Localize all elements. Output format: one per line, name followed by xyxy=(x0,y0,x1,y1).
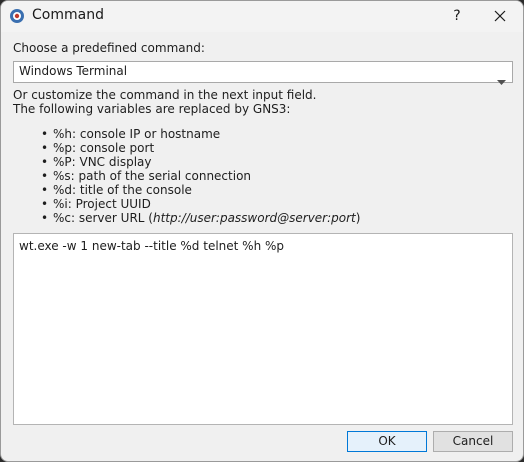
list-item: • %P: VNC display xyxy=(41,155,152,169)
command-input[interactable]: wt.exe -w 1 new-tab --title %d telnet %h… xyxy=(13,233,513,425)
title-bar: Command ? xyxy=(1,1,523,32)
server-url-example: http://user:password@server:port xyxy=(152,211,356,225)
variable-description: : Project UUID xyxy=(67,197,151,211)
variable-code: %c xyxy=(53,211,71,225)
list-item: • %h: console IP or hostname xyxy=(41,127,221,141)
variable-code: %P xyxy=(53,155,72,169)
variable-code: %s xyxy=(53,169,71,183)
command-dialog: Command ? Choose a predefined command: W… xyxy=(0,0,524,462)
cancel-button[interactable]: Cancel xyxy=(433,431,513,452)
predefined-command-select[interactable]: Windows Terminal xyxy=(13,61,513,85)
close-icon xyxy=(494,10,506,22)
list-item: • %d: title of the console xyxy=(41,183,192,197)
variable-description: : console port xyxy=(72,141,155,155)
variable-description: : path of the serial connection xyxy=(70,169,252,183)
variable-code: %d xyxy=(53,183,73,197)
list-item: • %s: path of the serial connection xyxy=(41,169,252,183)
variable-code: %h xyxy=(53,127,73,141)
help-button[interactable]: ? xyxy=(437,1,477,32)
variable-description: : VNC display xyxy=(71,155,152,169)
variable-description: : title of the console xyxy=(72,183,192,197)
variable-code: %p xyxy=(53,141,73,155)
variable-code: %i xyxy=(53,197,68,211)
customize-instruction: Or customize the command in the next inp… xyxy=(13,88,317,102)
close-button[interactable] xyxy=(477,1,523,32)
command-text: wt.exe -w 1 new-tab --title %d telnet %h… xyxy=(19,239,285,253)
chevron-down-icon xyxy=(497,70,506,89)
window-title: Command xyxy=(32,7,104,23)
variable-description: : server URL ( xyxy=(71,211,153,225)
variable-suffix: ) xyxy=(355,211,361,225)
predefined-command-label: Choose a predefined command: xyxy=(13,41,205,55)
gns3-app-icon xyxy=(9,8,25,24)
list-item: • %p: console port xyxy=(41,141,155,155)
ok-button[interactable]: OK xyxy=(347,431,427,452)
list-item: • %c: server URL (http://user:password@se… xyxy=(41,211,361,225)
variable-list: • %h: console IP or hostname • %p: console… xyxy=(41,127,360,225)
variable-description: : console IP or hostname xyxy=(72,127,221,141)
variables-intro: The following variables are replaced by … xyxy=(13,102,291,116)
selected-command-value: Windows Terminal xyxy=(19,64,128,78)
list-item: • %i: Project UUID xyxy=(41,197,151,211)
